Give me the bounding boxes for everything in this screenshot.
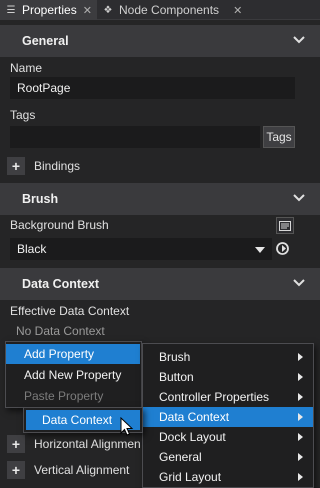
chevron-right-icon (298, 473, 303, 481)
section-brush[interactable]: Brush (0, 183, 320, 215)
list-icon: ☰ (6, 4, 16, 16)
chevron-right-icon (298, 353, 303, 361)
vertical-alignment-label: Vertical Alignment (34, 463, 130, 477)
reset-icon[interactable] (275, 241, 290, 256)
add-vertical-alignment-button[interactable]: + (7, 461, 25, 479)
menu-item-paste-property: Paste Property (24, 389, 104, 403)
close-icon[interactable]: ✕ (83, 4, 92, 17)
chevron-right-icon (298, 433, 303, 441)
background-brush-value: Black (17, 242, 47, 256)
section-data-context[interactable]: Data Context (0, 268, 320, 300)
tags-button[interactable]: Tags (263, 126, 295, 148)
name-label: Name (10, 61, 43, 75)
tab-properties[interactable]: ☰ Properties ✕ (0, 0, 97, 20)
component-icon: ❖ (103, 4, 113, 16)
chevron-right-icon (298, 373, 303, 381)
name-field[interactable]: RootPage (10, 77, 295, 99)
mouse-cursor-icon (120, 417, 134, 436)
chevron-right-icon (298, 413, 303, 421)
chevron-down-icon[interactable] (292, 33, 306, 47)
categories-menu: Brush Button Controller Properties Data … (142, 343, 314, 488)
category-item-grid-layout[interactable]: Grid Layout (143, 467, 313, 487)
category-item-controller-properties[interactable]: Controller Properties (143, 387, 313, 407)
category-item-button[interactable]: Button (143, 367, 313, 387)
tab-node-components[interactable]: ❖ Node Components ✕ (97, 0, 249, 20)
chevron-right-icon (298, 393, 303, 401)
section-title: Brush (22, 192, 59, 206)
chevron-right-icon (298, 453, 303, 461)
tags-label: Tags (10, 108, 36, 122)
menu-item-add-new-property[interactable]: Add New Property (6, 365, 140, 385)
effective-data-context-value: No Data Context (16, 324, 105, 338)
chevron-down-icon[interactable] (292, 191, 306, 205)
category-item-general[interactable]: General (143, 447, 313, 467)
tab-label: Properties (22, 3, 77, 17)
tab-bar: ☰ Properties ✕ ❖ Node Components ✕ (0, 0, 320, 20)
section-title: Data Context (22, 277, 100, 291)
bindings-label: Bindings (34, 159, 81, 173)
menu-item-add-property[interactable]: Add Property (6, 344, 140, 364)
brush-editor-icon[interactable] (276, 217, 294, 234)
horizontal-alignment-label: Horizontal Alignment (34, 437, 140, 451)
background-brush-select[interactable]: Black (10, 238, 272, 260)
tab-label: Node Components (119, 3, 220, 17)
effective-data-context-label: Effective Data Context (10, 304, 130, 318)
category-item-brush[interactable]: Brush (143, 347, 313, 367)
chevron-down-icon[interactable] (292, 276, 306, 290)
tags-field[interactable] (10, 126, 260, 148)
category-item-dock-layout[interactable]: Dock Layout (143, 427, 313, 447)
dropdown-arrow-icon (255, 247, 265, 253)
background-brush-label: Background Brush (10, 218, 109, 232)
category-item-data-context[interactable]: Data Context (143, 407, 313, 427)
section-title: General (22, 34, 69, 48)
add-horizontal-alignment-button[interactable]: + (7, 435, 25, 453)
section-general[interactable]: General (0, 25, 320, 57)
close-icon[interactable]: ✕ (233, 4, 242, 17)
context-menu: Add Property Add New Property Paste Prop… (5, 341, 142, 408)
add-bindings-button[interactable]: + (7, 157, 25, 175)
